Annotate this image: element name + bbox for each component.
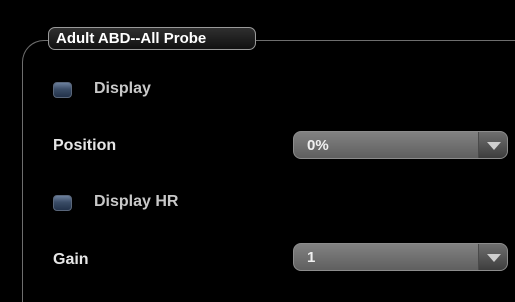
position-dropdown-button[interactable]	[478, 132, 507, 158]
display-checkbox-label[interactable]: Display	[94, 79, 151, 99]
gain-dropdown-button[interactable]	[478, 244, 507, 270]
position-select-value: 0%	[307, 137, 329, 154]
position-select[interactable]: 0%	[293, 131, 508, 159]
display-hr-checkbox[interactable]	[53, 195, 72, 211]
display-hr-checkbox-label[interactable]: Display HR	[94, 192, 178, 212]
gain-label: Gain	[53, 251, 89, 268]
display-checkbox[interactable]	[53, 82, 72, 98]
position-label: Position	[53, 137, 117, 154]
gain-select-value: 1	[307, 249, 316, 266]
chevron-down-icon	[487, 254, 501, 262]
gain-select[interactable]: 1	[293, 243, 508, 271]
chevron-down-icon	[487, 142, 501, 150]
group-title: Adult ABD--All Probe	[48, 27, 256, 50]
